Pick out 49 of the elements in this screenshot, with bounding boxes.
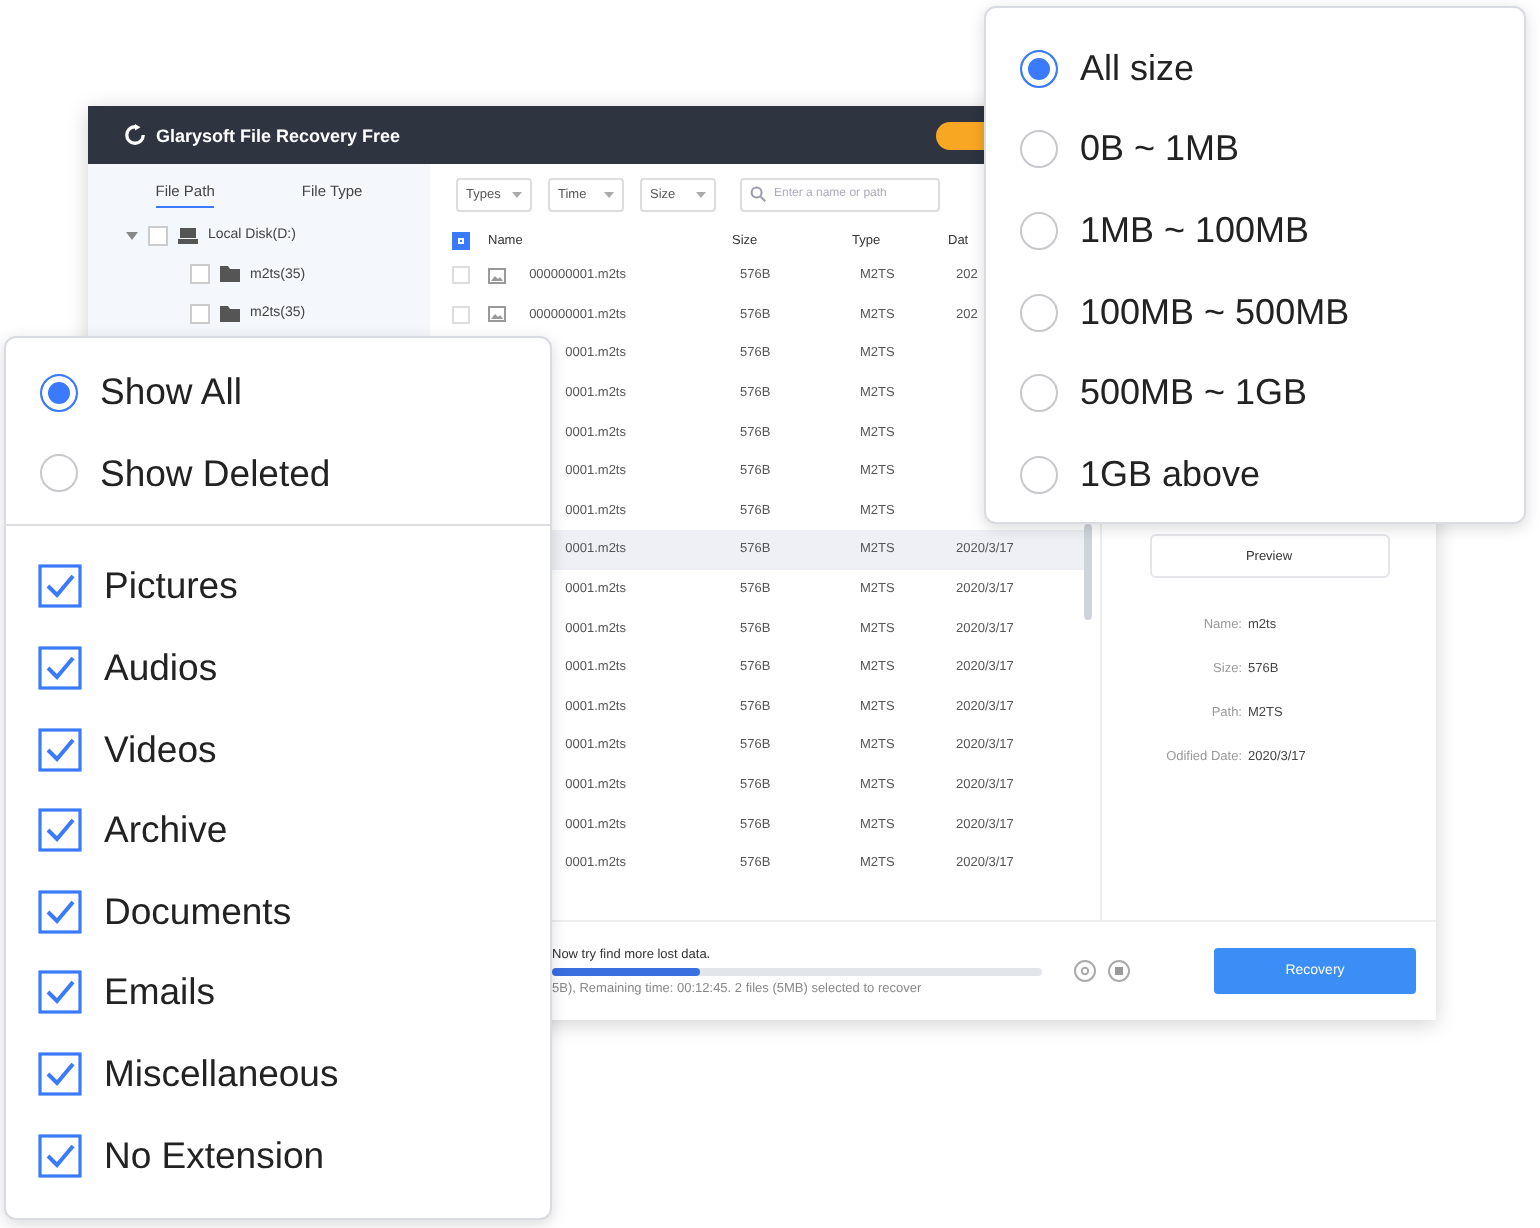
checkbox[interactable]	[190, 264, 210, 285]
checkbox[interactable]	[38, 889, 82, 934]
stop-icon[interactable]	[1108, 960, 1130, 982]
expand-icon[interactable]	[126, 229, 138, 242]
caret-icon	[604, 191, 614, 197]
option-label[interactable]: Show All	[100, 370, 242, 415]
checkbox[interactable]	[148, 225, 168, 246]
checkbox[interactable]	[38, 646, 82, 691]
radio-button[interactable]	[1020, 455, 1058, 494]
radio-button[interactable]	[1020, 211, 1058, 250]
folder-icon	[220, 266, 240, 283]
option-label[interactable]: 100MB ~ 500MB	[1080, 291, 1350, 334]
checkbox[interactable]	[190, 303, 210, 324]
caret-icon	[512, 191, 522, 197]
folder-icon	[220, 305, 240, 322]
option-label[interactable]: 0B ~ 1MB	[1080, 128, 1240, 171]
option-label[interactable]: Videos	[104, 727, 217, 772]
option-label[interactable]: Miscellaneous	[104, 1052, 339, 1097]
search-icon	[750, 186, 766, 202]
circular-arrow-icon	[124, 124, 146, 146]
checkbox[interactable]	[38, 1133, 82, 1178]
radio-button[interactable]	[40, 373, 78, 412]
caret-icon	[696, 191, 706, 197]
checkbox[interactable]	[38, 727, 82, 772]
option-label[interactable]: Emails	[104, 970, 216, 1015]
radio-button[interactable]	[1020, 49, 1058, 88]
option-label[interactable]: 1MB ~ 100MB	[1080, 209, 1310, 252]
scrollbar[interactable]	[1084, 524, 1092, 620]
checkbox[interactable]	[38, 808, 82, 853]
radio-button[interactable]	[40, 454, 78, 493]
option-label[interactable]: Archive	[104, 808, 228, 853]
option-label[interactable]: All size	[1080, 47, 1195, 90]
image-file-icon	[488, 267, 506, 284]
checkbox[interactable]	[38, 1052, 82, 1097]
option-label[interactable]: No Extension	[104, 1133, 325, 1178]
option-label[interactable]: Show Deleted	[100, 451, 331, 496]
radio-button[interactable]	[1020, 130, 1058, 169]
option-label[interactable]: Audios	[104, 646, 218, 691]
radio-button[interactable]	[1020, 293, 1058, 332]
option-label[interactable]: 1GB above	[1080, 453, 1261, 496]
option-label[interactable]: Pictures	[104, 564, 238, 609]
option-label[interactable]: 500MB ~ 1GB	[1080, 372, 1308, 415]
window-title: Glarysoft File Recovery Free	[156, 125, 401, 145]
radio-button[interactable]	[1020, 374, 1058, 413]
checkbox[interactable]	[38, 970, 82, 1015]
image-file-icon	[488, 306, 506, 323]
select-all-checkbox[interactable]	[452, 231, 470, 249]
checkbox[interactable]	[38, 564, 82, 609]
option-label[interactable]: Documents	[104, 889, 292, 934]
